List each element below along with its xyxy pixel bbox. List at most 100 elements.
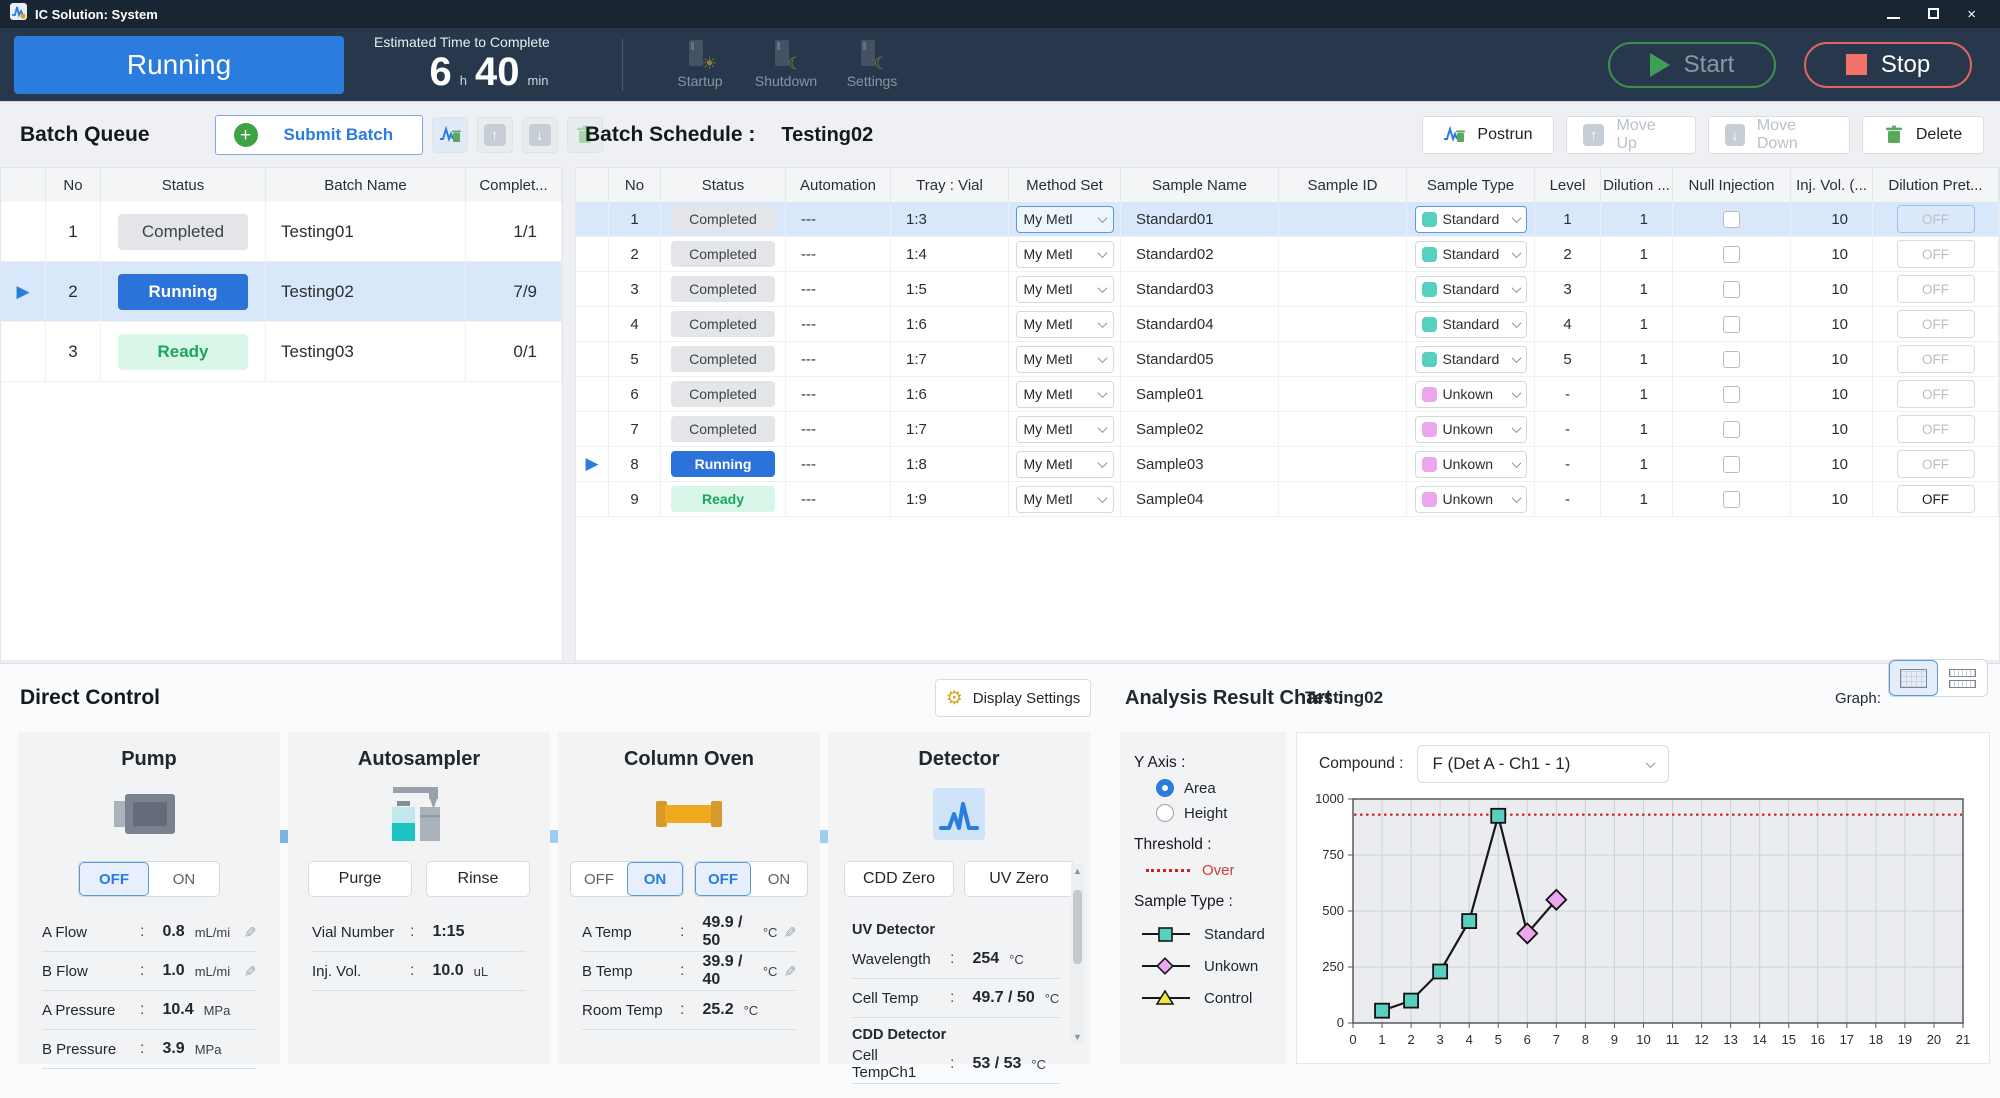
schedule-tray-vial: 1:7 [891, 342, 1009, 376]
schedule-row[interactable]: 7Completed---1:7My MetlSample02Unkown-11… [576, 412, 1999, 447]
scroll-down-icon[interactable]: ▼ [1071, 1032, 1084, 1042]
null-injection-checkbox[interactable] [1723, 281, 1740, 298]
schedule-level: - [1535, 482, 1601, 516]
startup-button[interactable]: ☀ Startup [657, 40, 743, 89]
eta-label: Estimated Time to Complete [374, 34, 604, 50]
method-set-dropdown[interactable]: My Metl [1016, 311, 1114, 338]
dilution-pret-button[interactable]: OFF [1897, 310, 1975, 338]
dilution-pret-button[interactable]: OFF [1897, 450, 1975, 478]
method-set-dropdown[interactable]: My Metl [1016, 241, 1114, 268]
method-set-dropdown[interactable]: My Metl [1016, 346, 1114, 373]
close-button[interactable]: × [1967, 7, 1976, 22]
svg-text:0: 0 [1337, 1015, 1344, 1030]
schedule-row[interactable]: 4Completed---1:6My MetlStandard04Standar… [576, 307, 1999, 342]
queue-row[interactable]: 3ReadyTesting030/1 [1, 322, 562, 382]
col-status: Status [101, 168, 266, 202]
oven-a-off-button[interactable]: OFF [571, 862, 627, 896]
method-set-dropdown[interactable]: My Metl [1016, 486, 1114, 513]
y-axis-option-height[interactable]: Height [1156, 804, 1286, 822]
move-up-button[interactable]: ↑ Move Up [1566, 116, 1696, 154]
dilution-pret-button[interactable]: OFF [1897, 380, 1975, 408]
queue-move-up-button[interactable]: ↑ [477, 117, 513, 153]
delete-button[interactable]: Delete [1862, 116, 1984, 154]
settings-button[interactable]: ☾ Settings [829, 40, 915, 89]
system-status-button[interactable]: Running [14, 36, 344, 94]
graph-single-view-button[interactable] [1889, 660, 1938, 696]
compound-dropdown[interactable]: F (Det A - Ch1 - 1) [1417, 745, 1669, 783]
schedule-sample-id [1279, 307, 1407, 341]
null-injection-checkbox[interactable] [1723, 316, 1740, 333]
uv-zero-button[interactable]: UV Zero [964, 861, 1074, 897]
edit-pencil-icon[interactable]: ✎ [241, 926, 259, 939]
queue-row[interactable]: 1CompletedTesting011/1 [1, 202, 562, 262]
stop-button[interactable]: Stop [1804, 42, 1972, 88]
schedule-row[interactable]: 3Completed---1:5My MetlStandard03Standar… [576, 272, 1999, 307]
rinse-button[interactable]: Rinse [426, 861, 530, 897]
scroll-up-icon[interactable]: ▲ [1071, 866, 1084, 876]
dilution-pret-button[interactable]: OFF [1897, 415, 1975, 443]
shutdown-button[interactable]: ☾ Shutdown [743, 40, 829, 89]
sample-type-dropdown[interactable]: Standard [1415, 276, 1527, 303]
detector-scrollbar[interactable]: ▲ ▼ [1071, 864, 1084, 1044]
oven-a-on-button[interactable]: ON [627, 862, 683, 896]
dilution-pret-button[interactable]: OFF [1897, 345, 1975, 373]
sample-type-dropdown[interactable]: Unkown [1415, 381, 1527, 408]
move-down-button[interactable]: ↓ Move Down [1708, 116, 1850, 154]
schedule-row[interactable]: ▶8Running---1:8My MetlSample03Unkown-110… [576, 447, 1999, 482]
start-button[interactable]: Start [1608, 42, 1776, 88]
null-injection-checkbox[interactable] [1723, 211, 1740, 228]
method-set-dropdown[interactable]: My Metl [1016, 451, 1114, 478]
y-axis-option-area[interactable]: Area [1156, 779, 1286, 797]
sample-type-dropdown[interactable]: Standard [1415, 346, 1527, 373]
pump-off-button[interactable]: OFF [79, 862, 149, 896]
sample-type-dropdown[interactable]: Standard [1415, 311, 1527, 338]
minimize-button[interactable] [1887, 7, 1900, 22]
schedule-row[interactable]: 9Ready---1:9My MetlSample04Unkown-110OFF [576, 482, 1999, 517]
null-injection-checkbox[interactable] [1723, 246, 1740, 263]
cdd-zero-button[interactable]: CDD Zero [844, 861, 954, 897]
method-set-dropdown[interactable]: My Metl [1016, 206, 1114, 233]
oven-b-off-button[interactable]: OFF [695, 862, 751, 896]
schedule-row[interactable]: 2Completed---1:4My MetlStandard02Standar… [576, 237, 1999, 272]
method-set-dropdown[interactable]: My Metl [1016, 381, 1114, 408]
schedule-row[interactable]: 1Completed---1:3My MetlStandard01Standar… [576, 202, 1999, 237]
field-value: 49.9 / 50 [702, 914, 752, 950]
postrun-button[interactable]: Postrun [1422, 116, 1554, 154]
maximize-button[interactable] [1928, 7, 1939, 22]
sample-type-dropdown[interactable]: Unkown [1415, 451, 1527, 478]
null-injection-checkbox[interactable] [1723, 456, 1740, 473]
null-injection-checkbox[interactable] [1723, 386, 1740, 403]
sample-type-dropdown[interactable]: Standard [1415, 241, 1527, 268]
method-set-dropdown[interactable]: My Metl [1016, 276, 1114, 303]
schedule-row[interactable]: 6Completed---1:6My MetlSample01Unkown-11… [576, 377, 1999, 412]
sample-type-dropdown[interactable]: Unkown [1415, 416, 1527, 443]
schedule-method-cell: My Metl [1009, 377, 1121, 411]
dilution-pret-button[interactable]: OFF [1897, 485, 1975, 513]
queue-move-down-button[interactable]: ↓ [522, 117, 558, 153]
display-settings-button[interactable]: ⚙ Display Settings [935, 679, 1091, 717]
queue-postrun-button[interactable] [432, 117, 468, 153]
schedule-no: 2 [609, 237, 661, 271]
dilution-pret-button[interactable]: OFF [1897, 275, 1975, 303]
submit-batch-button[interactable]: + Submit Batch [215, 115, 423, 155]
null-injection-checkbox[interactable] [1723, 351, 1740, 368]
graph-split-view-button[interactable] [1938, 660, 1987, 696]
dilution-pret-button[interactable]: OFF [1897, 205, 1975, 233]
dilution-pret-button[interactable]: OFF [1897, 240, 1975, 268]
edit-pencil-icon[interactable]: ✎ [781, 926, 799, 939]
sample-type-dropdown[interactable]: Unkown [1415, 486, 1527, 513]
schedule-row[interactable]: 5Completed---1:7My MetlStandard05Standar… [576, 342, 1999, 377]
edit-pencil-icon[interactable]: ✎ [781, 965, 799, 978]
pump-on-button[interactable]: ON [149, 862, 219, 896]
queue-row[interactable]: ▶2RunningTesting027/9 [1, 262, 562, 322]
sample-type-value: Unkown [1443, 421, 1494, 437]
method-set-dropdown[interactable]: My Metl [1016, 416, 1114, 443]
purge-button[interactable]: Purge [308, 861, 412, 897]
sample-type-dropdown[interactable]: Standard [1415, 206, 1527, 233]
scroll-thumb[interactable] [1073, 890, 1082, 964]
oven-b-on-button[interactable]: ON [751, 862, 807, 896]
svg-text:13: 13 [1723, 1032, 1737, 1047]
edit-pencil-icon[interactable]: ✎ [241, 965, 259, 978]
null-injection-checkbox[interactable] [1723, 421, 1740, 438]
null-injection-checkbox[interactable] [1723, 491, 1740, 508]
